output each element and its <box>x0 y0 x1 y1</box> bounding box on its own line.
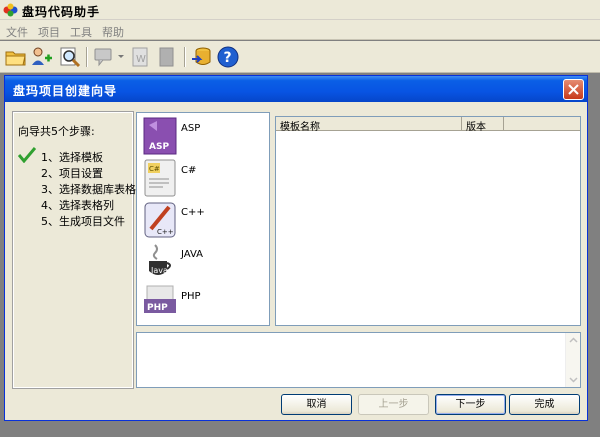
step-5: 5、生成项目文件 <box>41 215 125 228</box>
folder-open-icon[interactable] <box>4 45 28 69</box>
svg-text:C++: C++ <box>157 228 174 236</box>
template-item-php[interactable]: PHP PHP <box>137 283 269 325</box>
cpp-icon: C++ <box>144 202 176 238</box>
project-wizard-dialog: 盘玛项目创建向导 向导共5个步骤: 1、选择模板 2、项目设置 3、选择数据库表… <box>4 75 588 421</box>
template-item-csharp[interactable]: C# C# <box>137 157 269 199</box>
toolbar-separator <box>184 47 186 67</box>
scroll-down-icon[interactable] <box>567 373 580 386</box>
database-export-icon[interactable] <box>190 45 214 69</box>
menu-file[interactable]: 文件 <box>6 24 28 40</box>
column-header-filler <box>504 117 580 131</box>
csharp-icon: C# <box>144 159 176 197</box>
php-icon: PHP <box>144 285 176 313</box>
close-icon <box>568 84 579 95</box>
template-item-asp[interactable]: ASP ASP <box>137 115 269 157</box>
java-icon: Java <box>149 244 171 275</box>
toolbar-separator <box>86 47 88 67</box>
step-2: 2、项目设置 <box>41 167 103 180</box>
next-button[interactable]: 下一步 <box>435 394 506 415</box>
close-button[interactable] <box>563 79 584 100</box>
finish-button[interactable]: 完成 <box>509 394 580 415</box>
template-list: ASP ASP C# C# C++ C++ Java JAVA PHP PHP <box>136 112 270 326</box>
svg-text:W: W <box>136 54 146 65</box>
search-icon[interactable] <box>58 45 82 69</box>
menu-help[interactable]: 帮助 <box>102 24 124 40</box>
svg-text:ASP: ASP <box>149 142 169 152</box>
column-header-version[interactable]: 版本 <box>462 117 504 133</box>
steps-pane: 向导共5个步骤: 1、选择模板 2、项目设置 3、选择数据库表格 4、选择表格列… <box>12 111 136 389</box>
word-doc-icon[interactable]: W <box>128 45 152 69</box>
help-icon[interactable]: ? <box>216 45 240 69</box>
menu-project[interactable]: 项目 <box>38 24 60 40</box>
template-label: C# <box>181 165 197 176</box>
cancel-button[interactable]: 取消 <box>281 394 352 415</box>
template-item-java[interactable]: Java JAVA <box>137 241 269 283</box>
dialog-title-bar[interactable]: 盘玛项目创建向导 <box>5 76 587 102</box>
svg-text:Java: Java <box>150 266 168 275</box>
toolbar: W ? <box>0 41 600 73</box>
dialog-title: 盘玛项目创建向导 <box>13 84 118 98</box>
template-label: ASP <box>181 123 201 134</box>
column-header-template-name[interactable]: 模板名称 <box>276 117 462 133</box>
asp-icon: ASP <box>143 117 177 155</box>
svg-text:C#: C# <box>149 165 160 173</box>
add-user-icon[interactable] <box>30 45 54 69</box>
menu-tools[interactable]: 工具 <box>70 24 92 40</box>
comment-icon[interactable] <box>92 45 116 69</box>
scroll-up-icon[interactable] <box>567 334 580 347</box>
menubar: 文件 项目 工具 帮助 <box>0 20 600 40</box>
vertical-scrollbar[interactable] <box>565 333 580 387</box>
prev-button[interactable]: 上一步 <box>358 394 429 415</box>
dropdown-arrow-icon[interactable] <box>118 55 124 58</box>
step-3: 3、选择数据库表格 <box>41 183 136 196</box>
svg-text:PHP: PHP <box>147 303 168 313</box>
step-4: 4、选择表格列 <box>41 199 114 212</box>
app-logo-icon <box>3 3 18 17</box>
description-box[interactable] <box>136 332 581 388</box>
template-table[interactable]: 模板名称 版本 <box>275 116 581 326</box>
template-label: C++ <box>181 207 205 218</box>
svg-text:?: ? <box>224 50 232 66</box>
step-1: 1、选择模板 <box>41 151 103 164</box>
template-label: PHP <box>181 291 201 302</box>
copy-icon[interactable] <box>154 45 178 69</box>
check-icon <box>18 147 36 163</box>
template-label: JAVA <box>181 249 204 260</box>
steps-header: 向导共5个步骤: <box>18 125 95 138</box>
template-item-cpp[interactable]: C++ C++ <box>137 199 269 241</box>
app-title: 盘玛代码助手 <box>22 5 101 19</box>
main-title-bar: 盘玛代码助手 <box>0 0 600 20</box>
